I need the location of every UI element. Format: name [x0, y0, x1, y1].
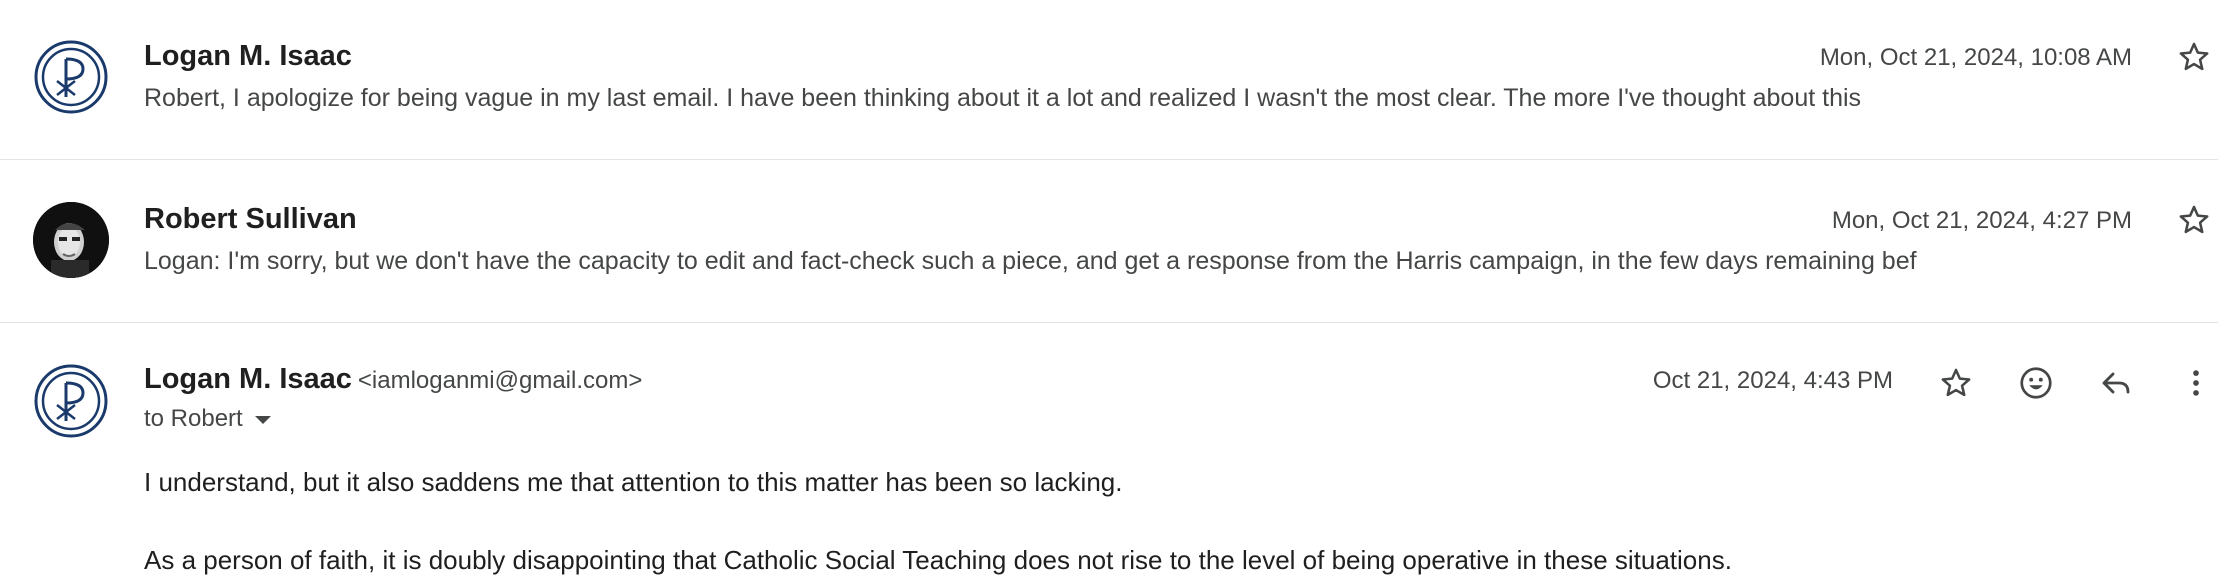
- message-collapsed[interactable]: Robert Sullivan Mon, Oct 21, 2024, 4:27 …: [0, 160, 2218, 323]
- sender-name: Robert Sullivan: [144, 203, 357, 235]
- message-collapsed[interactable]: Logan M. Isaac Mon, Oct 21, 2024, 10:08 …: [0, 0, 2218, 160]
- chi-rho-logo-icon: [34, 40, 108, 114]
- message-date: Mon, Oct 21, 2024, 4:27 PM: [1831, 207, 2132, 234]
- message-body-paragraph: I understand, but it also saddens me tha…: [144, 467, 1123, 497]
- message-body-paragraph: As a person of faith, it is doubly disap…: [144, 545, 1732, 575]
- message-snippet: Logan: I'm sorry, but we don't have the …: [144, 247, 1917, 275]
- star-icon[interactable]: [1934, 361, 1978, 405]
- reply-icon[interactable]: [2094, 361, 2138, 405]
- sender-name: Logan M. Isaac: [144, 40, 352, 72]
- message-expanded: Logan M. Isaac <iamloganmi@gmail.com> Oct…: [0, 323, 2218, 584]
- sender-name: Logan M. Isaac: [144, 363, 352, 395]
- chi-rho-logo-icon: [34, 364, 108, 438]
- more-vert-icon[interactable]: [2174, 361, 2218, 405]
- star-icon[interactable]: [2172, 35, 2216, 79]
- star-icon[interactable]: [2172, 198, 2216, 242]
- recipient-toggle[interactable]: to Robert: [144, 405, 271, 433]
- sender-email: <iamloganmi@gmail.com>: [357, 367, 643, 394]
- sender-avatar-photo: [33, 202, 109, 278]
- chevron-down-icon: [254, 416, 271, 424]
- emoji-icon[interactable]: [2014, 361, 2058, 405]
- message-date: Mon, Oct 21, 2024, 10:08 AM: [1819, 44, 2132, 71]
- sender-header: Logan M. Isaac <iamloganmi@gmail.com>: [144, 363, 642, 396]
- message-date: Oct 21, 2024, 4:43 PM: [1652, 367, 1893, 394]
- sender-avatar: [33, 39, 109, 115]
- recipient-label: to Robert: [144, 405, 243, 432]
- message-snippet: Robert, I apologize for being vague in m…: [144, 84, 1862, 112]
- sender-avatar: [33, 363, 109, 439]
